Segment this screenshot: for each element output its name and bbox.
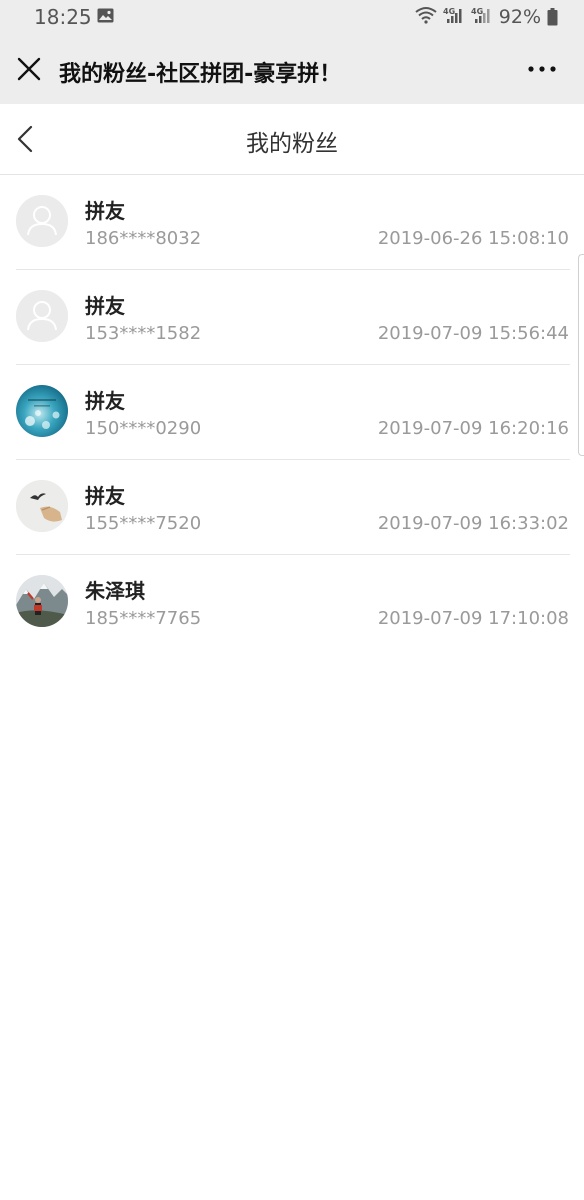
photo-avatar-teal [16, 385, 68, 437]
fan-time: 2019-07-09 16:20:16 [377, 418, 569, 439]
default-avatar [16, 290, 68, 342]
status-time: 18:25 [34, 5, 92, 29]
status-icons: 4G 4G 92% [415, 5, 558, 29]
svg-text:4G: 4G [443, 7, 455, 16]
wifi-icon [415, 6, 437, 28]
list-item[interactable]: 拼友 153****1582 2019-07-09 15:56:44 [0, 270, 584, 365]
close-icon[interactable] [14, 54, 44, 84]
wechat-page-title: 我的粉丝-社区拼团-豪享拼！ [59, 62, 342, 87]
fan-phone: 150****0290 [85, 418, 202, 439]
page-title: 我的粉丝 [246, 131, 338, 157]
fan-time: 2019-06-26 15:08:10 [377, 228, 569, 249]
fan-time: 2019-07-09 16:33:02 [377, 513, 569, 534]
photo-avatar-mountain [16, 575, 68, 627]
default-avatar [16, 195, 68, 247]
fan-name: 拼友 [85, 389, 125, 413]
more-icon[interactable] [524, 56, 560, 82]
list-item[interactable]: 拼友 186****8032 2019-06-26 15:08:10 [0, 175, 584, 270]
fan-phone: 185****7765 [85, 608, 202, 629]
signal-4g-icon: 4G [471, 6, 493, 28]
fan-phone: 153****1582 [85, 323, 202, 344]
battery-icon [547, 8, 558, 26]
page-header: 我的粉丝 [0, 104, 584, 175]
signal-4g-icon: 4G [443, 6, 465, 28]
fan-name: 朱泽琪 [85, 579, 145, 603]
wechat-title-bar: 我的粉丝-社区拼团-豪享拼！ [0, 34, 584, 104]
fan-time: 2019-07-09 17:10:08 [377, 608, 569, 629]
list-item[interactable]: 拼友 155****7520 2019-07-09 16:33:02 [0, 460, 584, 555]
fan-phone: 186****8032 [85, 228, 202, 249]
photo-avatar-bird [16, 480, 68, 532]
battery-percent: 92% [498, 6, 541, 28]
fan-name: 拼友 [85, 294, 125, 318]
list-item[interactable]: 拼友 150****0290 2019-07-09 16:20:16 [0, 365, 584, 460]
status-bar: 18:25 4G 4G 92% [0, 0, 584, 34]
fans-list: 拼友 186****8032 2019-06-26 15:08:10 拼友 15… [0, 175, 584, 650]
image-icon [97, 8, 114, 23]
fan-phone: 155****7520 [85, 513, 202, 534]
list-item[interactable]: 朱泽琪 185****7765 2019-07-09 17:10:08 [0, 555, 584, 650]
svg-text:4G: 4G [471, 7, 483, 16]
fan-name: 拼友 [85, 199, 125, 223]
fan-time: 2019-07-09 15:56:44 [377, 323, 569, 344]
fan-name: 拼友 [85, 484, 125, 508]
